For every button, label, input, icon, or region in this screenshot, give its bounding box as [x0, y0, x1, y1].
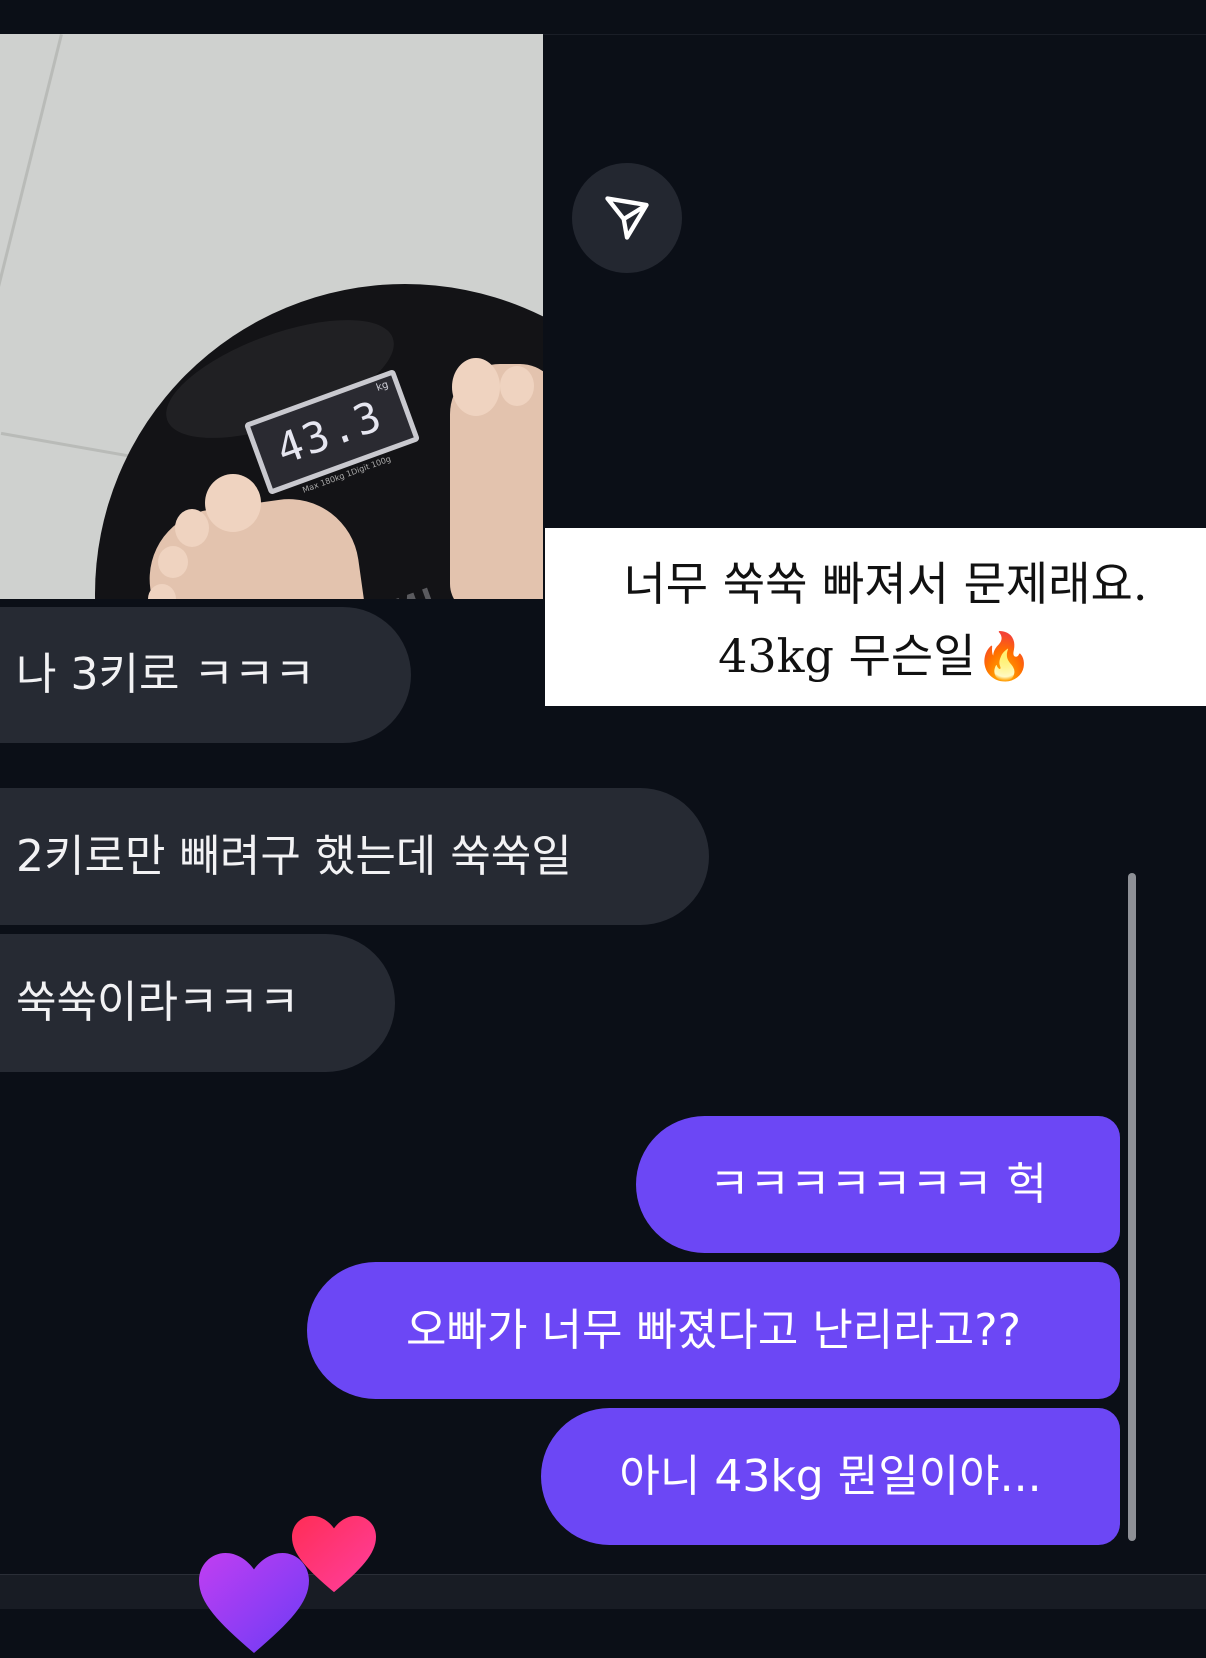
top-bar: [0, 0, 1206, 35]
received-message[interactable]: 2키로만 빼려구 했는데 쑥쑥일: [0, 788, 709, 925]
sent-message[interactable]: 아니 43kg 뭔일이야...: [541, 1408, 1120, 1545]
message-text: 2키로만 빼려구 했는데 쑥쑥일: [16, 830, 572, 882]
message-text: 쑥쑥이라ㅋㅋㅋ: [16, 977, 300, 1028]
message-composer[interactable]: [0, 1574, 1206, 1609]
floor-tile-line: [0, 34, 63, 355]
share-button[interactable]: [572, 163, 682, 273]
sent-message[interactable]: ㅋㅋㅋㅋㅋㅋㅋ 헉: [636, 1116, 1120, 1253]
message-text: 오빠가 너무 빠졌다고 난리라고??: [406, 1304, 1021, 1356]
toe: [205, 474, 261, 532]
caption-line-2: 43kg 무슨일🔥: [718, 629, 1033, 683]
received-message[interactable]: 쑥쑥이라ㅋㅋㅋ: [0, 934, 395, 1072]
floor-tile-line: [0, 431, 140, 460]
toe: [158, 546, 188, 578]
sent-message[interactable]: 오빠가 너무 빠졌다고 난리라고??: [307, 1262, 1120, 1399]
scale-unit: kg: [374, 379, 390, 394]
toe: [175, 509, 209, 547]
message-text: 아니 43kg 뭔일이야...: [619, 1450, 1042, 1502]
message-text: ㅋㅋㅋㅋㅋㅋㅋ 헉: [709, 1158, 1047, 1210]
received-message[interactable]: 나 3키로 ㅋㅋㅋ: [0, 607, 411, 743]
toe: [452, 358, 500, 416]
paper-plane-icon: [605, 196, 649, 240]
message-text: 나 3키로 ㅋㅋㅋ: [16, 649, 315, 700]
shared-photo[interactable]: 43.3 kg Max 180kg 1Digit 100g MI: [0, 34, 543, 599]
heart-icon: [292, 1515, 376, 1593]
scrollbar[interactable]: [1128, 873, 1136, 1541]
toe: [500, 366, 534, 406]
story-caption: 너무 쑥쑥 빠져서 문제래요. 43kg 무슨일🔥: [545, 528, 1206, 706]
caption-line-1: 너무 쑥쑥 빠져서 문제래요.: [623, 557, 1148, 611]
